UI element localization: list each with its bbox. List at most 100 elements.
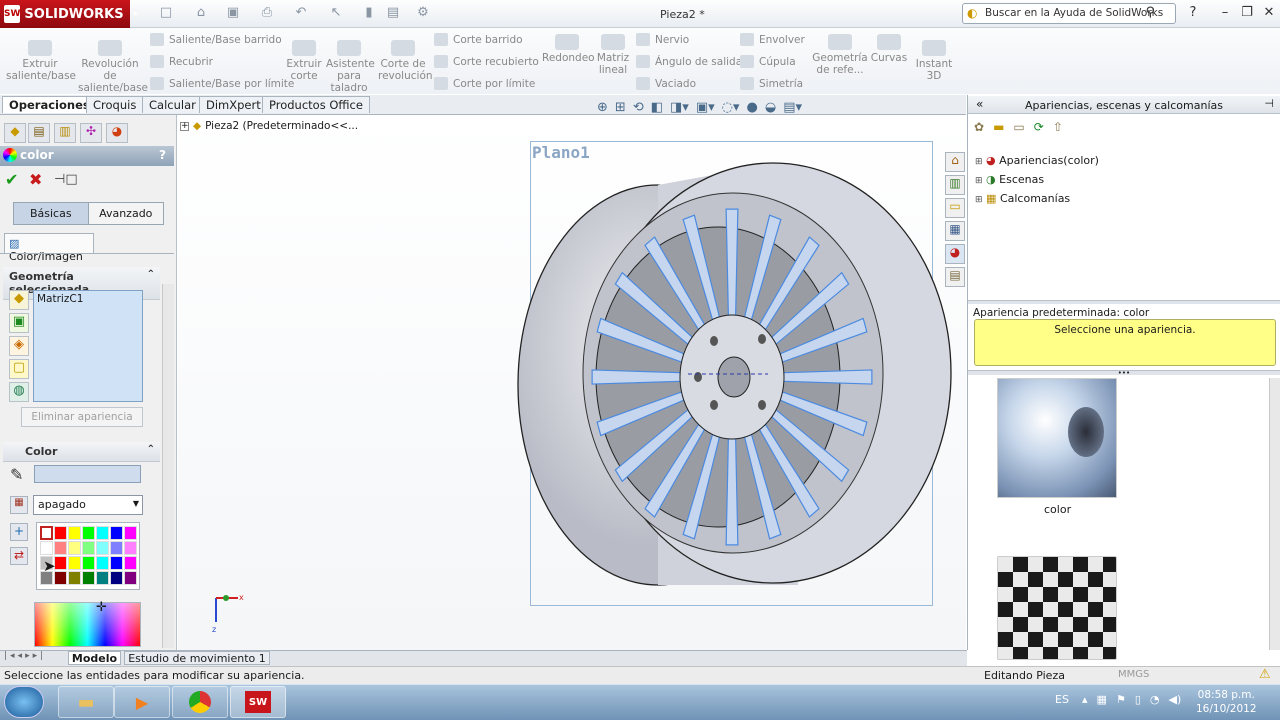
loft-button[interactable]: Recubrir bbox=[150, 55, 213, 68]
rib-button[interactable]: Nervio bbox=[636, 33, 689, 46]
view-orientation-icon[interactable]: ◨▾ bbox=[670, 100, 689, 115]
help-search-input[interactable]: ◐ Buscar en la Ayuda de SolidWorks ⚲ bbox=[962, 3, 1176, 24]
close-icon[interactable]: ✕ bbox=[1260, 5, 1278, 20]
color-swatch[interactable] bbox=[110, 526, 123, 540]
color-swatch[interactable] bbox=[68, 526, 81, 540]
feature-filter-icon[interactable]: ◈ bbox=[9, 336, 29, 356]
mirror-button[interactable]: Simetría bbox=[740, 77, 803, 90]
color-swatch[interactable] bbox=[82, 526, 95, 540]
splitter[interactable]: ••• bbox=[968, 370, 1280, 377]
color-swatch[interactable] bbox=[82, 541, 95, 555]
clear-filter-icon[interactable]: ◍ bbox=[9, 382, 29, 402]
open-folder-icon[interactable]: ▭ bbox=[1013, 120, 1024, 134]
view-settings-icon[interactable]: ▤▾ bbox=[783, 100, 802, 115]
tab-croquis[interactable]: Croquis bbox=[86, 96, 144, 113]
pm-scrollbar[interactable] bbox=[162, 284, 174, 648]
color-swatch[interactable] bbox=[124, 556, 137, 570]
color-swatch[interactable] bbox=[96, 541, 109, 555]
color-swatch[interactable] bbox=[110, 571, 123, 585]
color-swatch[interactable] bbox=[68, 541, 81, 555]
palette-icon[interactable]: ▦ bbox=[10, 496, 28, 514]
pm-help-icon[interactable]: ? bbox=[159, 148, 166, 162]
file-props-icon[interactable]: ▤ bbox=[382, 5, 404, 23]
open-icon[interactable]: ⌂ bbox=[190, 5, 212, 23]
home-icon[interactable]: ⌂ bbox=[945, 152, 965, 172]
color-header[interactable]: Color ⌃ bbox=[3, 442, 160, 462]
remove-swatch-icon[interactable]: ⇄ bbox=[10, 547, 28, 565]
color-swatch[interactable] bbox=[124, 571, 137, 585]
tray-arrow-icon[interactable]: ▴ bbox=[1082, 693, 1088, 706]
color-swatch[interactable] bbox=[96, 556, 109, 570]
splitter[interactable] bbox=[968, 300, 1280, 304]
language-indicator[interactable]: ES bbox=[1055, 693, 1069, 706]
up-icon[interactable]: ⇧ bbox=[1053, 120, 1063, 134]
solidworks-logo[interactable]: SW SOLIDWORKS ▸ bbox=[0, 0, 138, 28]
color-swatch[interactable] bbox=[82, 556, 95, 570]
shell-button[interactable]: Vaciado bbox=[636, 77, 696, 90]
custom-properties-icon[interactable]: ▤ bbox=[945, 267, 965, 287]
selected-geometry-list[interactable]: MatrizC1 bbox=[33, 290, 143, 402]
wheel-model[interactable] bbox=[178, 115, 966, 650]
part-filter-icon[interactable]: ▢ bbox=[9, 359, 29, 379]
undo-icon[interactable]: ↶ bbox=[290, 5, 312, 23]
new-icon[interactable]: □ bbox=[155, 5, 177, 23]
add-folder-icon[interactable]: ▬ bbox=[993, 120, 1004, 134]
color-swatch[interactable] bbox=[68, 556, 81, 570]
start-button[interactable] bbox=[4, 686, 44, 718]
body-filter-icon[interactable]: ▣ bbox=[9, 313, 29, 333]
revolve-cut-button[interactable]: Corte de revolución bbox=[378, 40, 433, 82]
face-filter-icon[interactable]: ◆ bbox=[9, 290, 29, 310]
color-image-tab[interactable]: ▨ Color/Imagen bbox=[4, 233, 94, 263]
property-manager-tab-icon[interactable]: ▤ bbox=[28, 123, 50, 143]
list-item[interactable]: MatrizC1 bbox=[37, 293, 139, 305]
current-color-field[interactable] bbox=[34, 465, 141, 483]
appearances-tab-icon[interactable]: ◕ bbox=[945, 244, 965, 264]
collapse-icon[interactable]: ⌃ bbox=[147, 269, 155, 280]
reference-geometry-button[interactable]: Geometría de refe... bbox=[812, 34, 868, 76]
search-icon[interactable]: ⚲ bbox=[1145, 5, 1155, 20]
color-swatch[interactable] bbox=[54, 541, 67, 555]
ok-icon[interactable]: ✔ bbox=[5, 170, 18, 189]
color-swatch[interactable] bbox=[68, 571, 81, 585]
collapse-icon[interactable]: ⌃ bbox=[147, 444, 155, 455]
color-swatch[interactable] bbox=[54, 556, 67, 570]
minimize-icon[interactable]: – bbox=[1216, 5, 1234, 20]
scene-icon[interactable]: ◒ bbox=[765, 100, 776, 115]
status-units[interactable]: MMGS bbox=[1118, 669, 1149, 680]
select-icon[interactable]: ↖ bbox=[325, 5, 347, 23]
volume-icon[interactable]: ◀) bbox=[1168, 693, 1181, 706]
dimxpert-tab-icon[interactable]: ✣ bbox=[80, 123, 102, 143]
network-icon[interactable]: ▦ bbox=[1097, 693, 1107, 706]
section-view-icon[interactable]: ◧ bbox=[651, 100, 663, 115]
add-swatch-icon[interactable]: + bbox=[10, 523, 28, 541]
previous-view-icon[interactable]: ⟲ bbox=[633, 100, 644, 115]
warning-icon[interactable]: ⚠ bbox=[1259, 667, 1271, 682]
restore-icon[interactable]: ❐ bbox=[1238, 5, 1256, 20]
basic-button[interactable]: Básicas bbox=[14, 203, 89, 224]
design-library-icon[interactable]: ▥ bbox=[945, 175, 965, 195]
swept-cut-button[interactable]: Corte barrido bbox=[434, 33, 523, 46]
remove-appearance-button[interactable]: Eliminar apariencia bbox=[21, 407, 143, 427]
tree-item-appearances[interactable]: ⊞ ◕ Apariencias(color) bbox=[975, 152, 1099, 171]
color-swatch[interactable] bbox=[124, 541, 137, 555]
extrude-boss-button[interactable]: Extruir saliente/base bbox=[6, 40, 76, 82]
feature-tree-tab-icon[interactable]: ◆ bbox=[4, 123, 26, 143]
file-explorer-icon[interactable]: ▭ bbox=[945, 198, 965, 218]
expand-icon[interactable]: ⊞ bbox=[975, 176, 983, 186]
color-spectrum[interactable] bbox=[34, 602, 141, 647]
revolve-boss-button[interactable]: Revolución de saliente/base bbox=[78, 40, 148, 94]
rebuild-icon[interactable]: ▮ bbox=[358, 5, 380, 23]
cancel-icon[interactable]: ✖ bbox=[29, 170, 42, 189]
boundary-boss-button[interactable]: Saliente/Base por límite bbox=[150, 77, 294, 90]
edit-appearance-icon[interactable]: ● bbox=[747, 100, 758, 115]
chrome-taskbar-button[interactable] bbox=[172, 686, 228, 718]
add-icon[interactable]: ✿ bbox=[974, 120, 984, 134]
tab-operaciones[interactable]: Operaciones bbox=[2, 96, 97, 113]
zoom-fit-icon[interactable]: ⊕ bbox=[597, 100, 608, 115]
extrude-cut-button[interactable]: Extruir corte bbox=[284, 40, 324, 82]
advanced-button[interactable]: Avanzado bbox=[88, 203, 163, 224]
expand-icon[interactable]: ⊞ bbox=[975, 195, 983, 205]
wifi-icon[interactable]: ◔ bbox=[1150, 693, 1160, 706]
linear-pattern-button[interactable]: Matriz lineal bbox=[596, 34, 630, 76]
explorer-taskbar-button[interactable]: ▬ bbox=[58, 686, 114, 718]
